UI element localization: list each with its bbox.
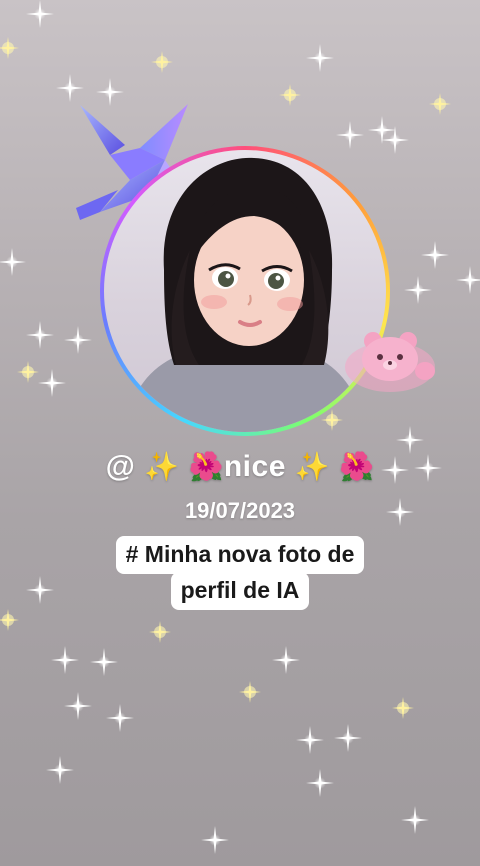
caption-line-1: # Minha nova foto de — [115, 536, 365, 574]
name-prefix: @ — [105, 450, 136, 483]
hibiscus-icon: 🌺 — [188, 451, 224, 482]
hibiscus-icon: 🌺 — [338, 451, 375, 482]
caption-block: # Minha nova foto de perfil de IA — [0, 536, 480, 610]
profile-name-line: @ ✨ 🌺nice ✨ 🌺 — [0, 450, 480, 484]
profile-name: nice — [223, 450, 286, 483]
pink-bear-icon — [345, 332, 435, 392]
sparkle-icon: ✨ — [294, 451, 331, 482]
caption-line-2: perfil de IA — [170, 572, 310, 610]
sparkle-icon: ✨ — [144, 451, 180, 482]
profile-date: 19/07/2023 — [184, 498, 296, 523]
